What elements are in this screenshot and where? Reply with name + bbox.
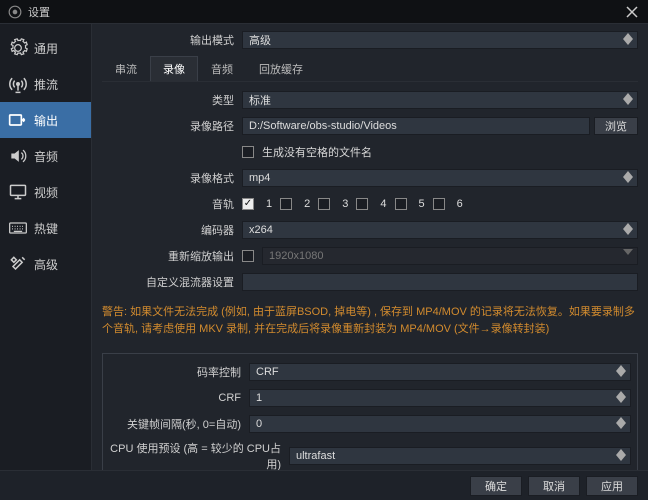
muxer-label: 自定义混流器设置 — [102, 274, 242, 290]
output-tabs: 串流 录像 音频 回放缓存 — [102, 56, 638, 82]
warning-text: 警告: 如果文件无法完成 (例如, 由于蓝屏BSOD, 掉电等) , 保存到 M… — [102, 298, 638, 347]
format-select[interactable]: mp4 — [242, 169, 638, 187]
preset-select[interactable]: ultrafast — [289, 447, 631, 465]
updown-icon — [616, 391, 628, 403]
tab-audio[interactable]: 音频 — [198, 56, 246, 81]
sidebar-item-output[interactable]: 输出 — [0, 102, 91, 138]
sidebar-item-stream[interactable]: 推流 — [0, 66, 91, 102]
sidebar-item-label: 输出 — [34, 112, 58, 129]
updown-icon — [623, 171, 635, 183]
tracks-label: 音轨 — [102, 196, 242, 212]
app-icon — [8, 5, 22, 19]
track-2-checkbox[interactable] — [280, 198, 292, 210]
output-mode-label: 输出模式 — [102, 32, 242, 48]
cancel-button[interactable]: 取消 — [528, 476, 580, 496]
window-title: 设置 — [28, 4, 624, 20]
track-3-checkbox[interactable] — [318, 198, 330, 210]
rate-control-label: 码率控制 — [109, 364, 249, 380]
output-icon — [8, 110, 28, 130]
tab-streaming[interactable]: 串流 — [102, 56, 150, 81]
monitor-icon — [8, 182, 28, 202]
apply-button[interactable]: 应用 — [586, 476, 638, 496]
dialog-footer: 确定 取消 应用 — [0, 470, 648, 500]
sidebar: 通用 推流 输出 音频 视频 热键 高级 — [0, 24, 92, 470]
updown-icon — [616, 449, 628, 461]
gear-icon — [8, 38, 28, 58]
chevron-down-icon — [623, 249, 635, 255]
track-4-checkbox[interactable] — [356, 198, 368, 210]
keyboard-icon — [8, 218, 28, 238]
updown-icon — [623, 223, 635, 235]
rescale-checkbox[interactable] — [242, 250, 254, 262]
path-label: 录像路径 — [102, 118, 242, 134]
track-6-checkbox[interactable] — [433, 198, 445, 210]
rescale-label: 重新缩放输出 — [102, 248, 242, 264]
encoder-select[interactable]: x264 — [242, 221, 638, 239]
crf-spinbox[interactable]: 1 — [249, 389, 631, 407]
muxer-input[interactable] — [242, 273, 638, 291]
no-space-checkbox[interactable] — [242, 146, 254, 158]
format-label: 录像格式 — [102, 170, 242, 186]
encoder-settings-group: 码率控制 CRF CRF 1 关键帧间隔(秒, 0=自动) 0 CPU 使用预设… — [102, 353, 638, 470]
track-checks: 1 2 3 4 5 6 — [242, 198, 638, 210]
track-1-checkbox[interactable] — [242, 198, 254, 210]
type-label: 类型 — [102, 92, 242, 108]
sidebar-item-audio[interactable]: 音频 — [0, 138, 91, 174]
ok-button[interactable]: 确定 — [470, 476, 522, 496]
close-icon[interactable] — [624, 4, 640, 20]
tab-replay[interactable]: 回放缓存 — [246, 56, 316, 81]
encoder-label: 编码器 — [102, 222, 242, 238]
tools-icon — [8, 254, 28, 274]
rescale-select: 1920x1080 — [262, 247, 638, 265]
preset-label: CPU 使用预设 (高 = 较少的 CPU占用) — [109, 440, 289, 470]
keyint-label: 关键帧间隔(秒, 0=自动) — [109, 416, 249, 432]
antenna-icon — [8, 74, 28, 94]
browse-button[interactable]: 浏览 — [594, 117, 638, 135]
sidebar-item-label: 通用 — [34, 40, 58, 57]
speaker-icon — [8, 146, 28, 166]
output-mode-select[interactable]: 高级 — [242, 31, 638, 49]
updown-icon — [623, 33, 635, 45]
sidebar-item-label: 推流 — [34, 76, 58, 93]
sidebar-item-label: 视频 — [34, 184, 58, 201]
tab-recording[interactable]: 录像 — [150, 56, 198, 81]
sidebar-item-video[interactable]: 视频 — [0, 174, 91, 210]
title-bar: 设置 — [0, 0, 648, 24]
keyint-spinbox[interactable]: 0 — [249, 415, 631, 433]
sidebar-item-general[interactable]: 通用 — [0, 30, 91, 66]
updown-icon — [623, 93, 635, 105]
path-input[interactable]: D:/Software/obs-studio/Videos — [242, 117, 590, 135]
content-panel: 输出模式 高级 串流 录像 音频 回放缓存 类型 标准 录像路径 D:/Soft… — [92, 24, 648, 470]
rate-control-select[interactable]: CRF — [249, 363, 631, 381]
updown-icon — [616, 417, 628, 429]
sidebar-item-label: 高级 — [34, 256, 58, 273]
type-select[interactable]: 标准 — [242, 91, 638, 109]
sidebar-item-hotkeys[interactable]: 热键 — [0, 210, 91, 246]
sidebar-item-label: 热键 — [34, 220, 58, 237]
track-5-checkbox[interactable] — [395, 198, 407, 210]
crf-label: CRF — [109, 392, 249, 404]
sidebar-item-label: 音频 — [34, 148, 58, 165]
updown-icon — [616, 365, 628, 377]
no-space-label: 生成没有空格的文件名 — [262, 144, 372, 160]
sidebar-item-advanced[interactable]: 高级 — [0, 246, 91, 282]
